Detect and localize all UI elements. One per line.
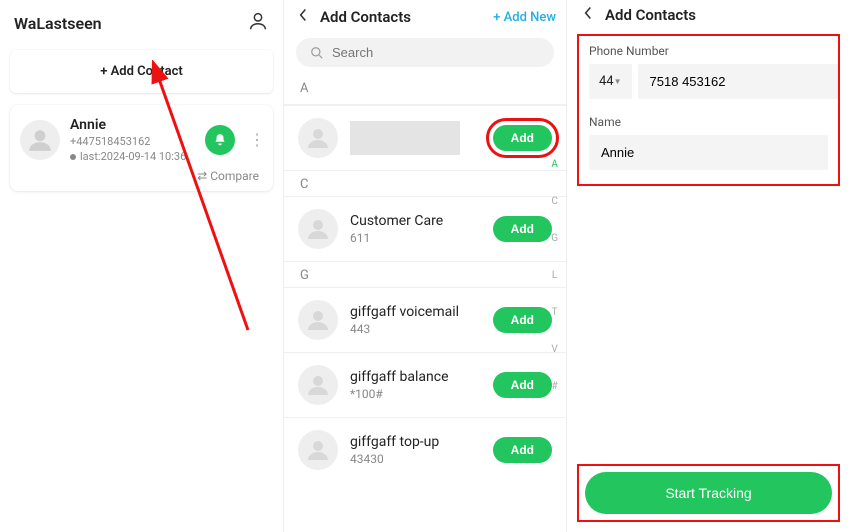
index-letter[interactable]: C bbox=[551, 196, 558, 207]
index-letter[interactable]: A bbox=[551, 159, 558, 170]
list-item[interactable]: giffgaff balance *100# Add bbox=[284, 352, 566, 417]
contact-name: giffgaff voicemail bbox=[350, 304, 481, 320]
notify-button[interactable] bbox=[205, 125, 235, 155]
app-header: WaLastseen bbox=[8, 6, 275, 46]
contact-sub: *100# bbox=[350, 387, 481, 401]
contact-info: Annie +447518453162 last:2024-09-14 10:3… bbox=[70, 117, 195, 163]
avatar bbox=[298, 118, 338, 158]
index-letter[interactable]: V bbox=[551, 344, 557, 355]
start-highlight: Start Tracking bbox=[577, 464, 840, 522]
search-icon bbox=[310, 46, 324, 60]
avatar bbox=[298, 430, 338, 470]
country-code-value: 44 bbox=[599, 74, 614, 89]
list-item[interactable]: giffgaff voicemail 443 Add bbox=[284, 287, 566, 352]
more-menu-icon[interactable]: ⋮ bbox=[249, 138, 263, 142]
add-button[interactable]: Add bbox=[493, 307, 552, 333]
panel-title: Add Contacts bbox=[605, 6, 840, 24]
name-label: Name bbox=[589, 115, 828, 129]
avatar bbox=[298, 209, 338, 249]
contact-name: Customer Care bbox=[350, 213, 481, 229]
add-button[interactable]: Add bbox=[493, 216, 552, 242]
avatar bbox=[298, 365, 338, 405]
chevron-down-icon: ▼ bbox=[614, 77, 622, 86]
form-panel: Add Contacts Phone Number 44 ▼ Name Star… bbox=[566, 0, 850, 532]
search-field[interactable] bbox=[296, 38, 554, 67]
country-code-select[interactable]: 44 ▼ bbox=[589, 64, 632, 99]
search-input[interactable] bbox=[332, 45, 540, 60]
contacts-list-panel: Add Contacts + Add New A Add C bbox=[283, 0, 566, 532]
index-letter[interactable]: # bbox=[552, 381, 558, 392]
add-new-link[interactable]: + Add New bbox=[493, 10, 556, 25]
sidebar: WaLastseen + Add Contact Annie +44751845… bbox=[0, 0, 283, 532]
section-header-g: G bbox=[284, 261, 566, 287]
alpha-index[interactable]: A C G L T V # bbox=[545, 155, 564, 396]
add-button[interactable]: Add bbox=[493, 372, 552, 398]
tracked-contact-card[interactable]: Annie +447518453162 last:2024-09-14 10:3… bbox=[10, 105, 273, 191]
index-letter[interactable]: G bbox=[551, 233, 558, 244]
panel-title: Add Contacts bbox=[320, 8, 487, 26]
masked-name bbox=[350, 121, 460, 155]
add-contact-button[interactable]: + Add Contact bbox=[10, 50, 273, 93]
list-item[interactable]: Add bbox=[284, 105, 566, 170]
app-title: WaLastseen bbox=[14, 14, 102, 33]
user-icon[interactable] bbox=[247, 10, 269, 36]
contact-name: giffgaff balance bbox=[350, 369, 481, 385]
index-letter[interactable]: L bbox=[552, 270, 557, 281]
avatar bbox=[20, 120, 60, 160]
contact-name: giffgaff top-up bbox=[350, 434, 481, 450]
index-letter[interactable]: T bbox=[552, 307, 558, 318]
add-button[interactable]: Add bbox=[493, 125, 552, 151]
contacts-list: A Add C Customer Care 611 Add G bbox=[284, 75, 566, 482]
start-tracking-button[interactable]: Start Tracking bbox=[585, 472, 832, 514]
contact-last-seen: last:2024-09-14 10:36 bbox=[70, 150, 195, 163]
name-input[interactable] bbox=[589, 135, 828, 170]
avatar bbox=[298, 300, 338, 340]
phone-label: Phone Number bbox=[589, 44, 828, 58]
contact-sub: 43430 bbox=[350, 452, 481, 466]
back-button[interactable] bbox=[292, 8, 314, 26]
section-header-a: A bbox=[284, 75, 566, 100]
contact-sub: 611 bbox=[350, 231, 481, 245]
contact-phone: +447518453162 bbox=[70, 135, 195, 148]
section-header-c: C bbox=[284, 170, 566, 196]
back-button[interactable] bbox=[577, 6, 599, 24]
list-item[interactable]: giffgaff top-up 43430 Add bbox=[284, 417, 566, 482]
phone-input[interactable] bbox=[638, 64, 838, 99]
compare-link[interactable]: ⇄Compare bbox=[20, 163, 263, 183]
add-button[interactable]: Add bbox=[493, 437, 552, 463]
form-highlight: Phone Number 44 ▼ Name bbox=[577, 34, 840, 186]
list-item[interactable]: Customer Care 611 Add bbox=[284, 196, 566, 261]
contact-sub: 443 bbox=[350, 322, 481, 336]
contact-name: Annie bbox=[70, 117, 195, 133]
